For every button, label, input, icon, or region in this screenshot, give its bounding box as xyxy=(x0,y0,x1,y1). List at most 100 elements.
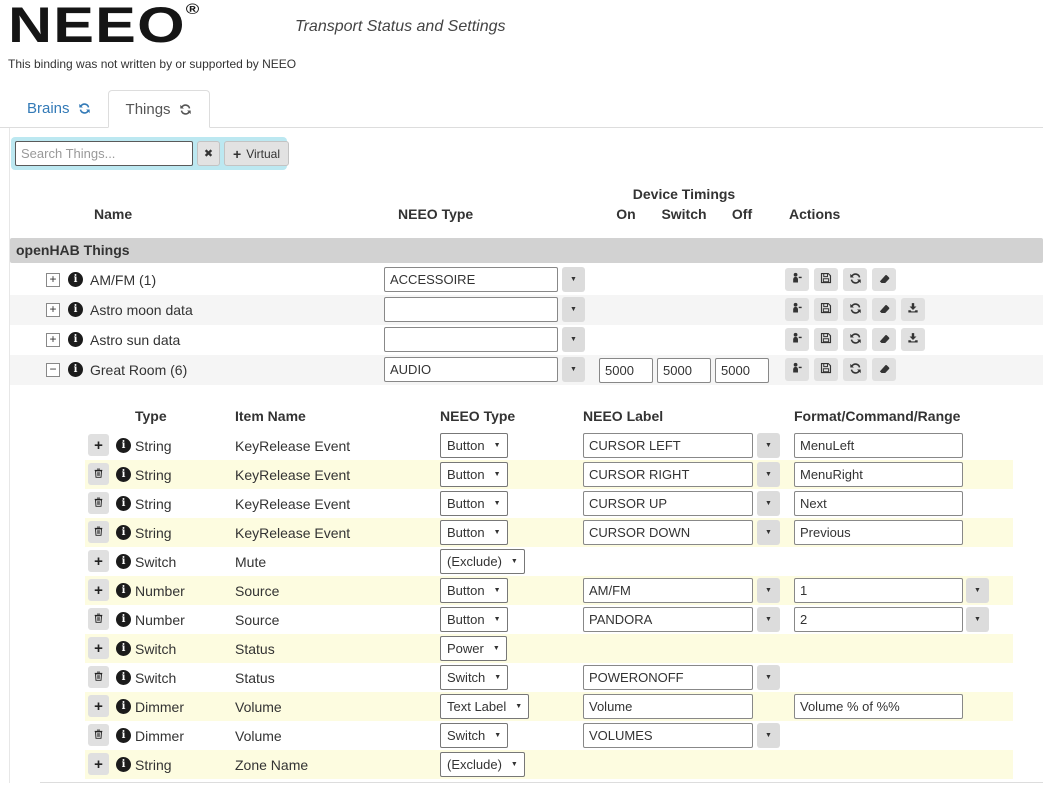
neeo-type-dropdown-button[interactable]: ▼ xyxy=(562,267,585,292)
save-button[interactable] xyxy=(814,358,838,381)
neeo-type-select[interactable]: Button ▼ xyxy=(440,607,508,632)
erase-button[interactable] xyxy=(872,328,896,351)
neeo-type-select[interactable]: Power ▼ xyxy=(440,636,507,661)
neeo-label-dropdown-button[interactable]: ▼ xyxy=(757,520,780,545)
erase-button[interactable] xyxy=(872,358,896,381)
format-input[interactable] xyxy=(794,433,963,458)
delete-channel-button[interactable] xyxy=(88,463,109,485)
neeo-label-input[interactable] xyxy=(583,694,753,719)
info-icon[interactable]: i xyxy=(116,554,131,569)
export-button[interactable] xyxy=(901,328,925,351)
add-virtual-button[interactable]: + Virtual xyxy=(224,141,289,166)
neeo-type-select[interactable]: Button ▼ xyxy=(440,433,508,458)
refresh-icon[interactable] xyxy=(179,103,192,116)
neeo-type-select[interactable]: Switch ▼ xyxy=(440,723,509,748)
info-icon[interactable]: i xyxy=(116,583,131,598)
refresh-button[interactable] xyxy=(843,358,867,381)
neeo-label-input[interactable] xyxy=(583,578,753,603)
neeo-label-dropdown-button[interactable]: ▼ xyxy=(757,491,780,516)
add-channel-button[interactable]: + xyxy=(88,550,109,572)
delete-channel-button[interactable] xyxy=(88,521,109,543)
info-icon[interactable]: i xyxy=(116,728,131,743)
restore-button[interactable] xyxy=(785,298,809,321)
info-icon[interactable]: i xyxy=(116,525,131,540)
restore-button[interactable] xyxy=(785,358,809,381)
info-icon[interactable]: i xyxy=(116,496,131,511)
neeo-label-input[interactable] xyxy=(583,723,753,748)
refresh-button[interactable] xyxy=(843,268,867,291)
neeo-type-select[interactable]: (Exclude) ▼ xyxy=(440,752,525,777)
delete-channel-button[interactable] xyxy=(88,666,109,688)
neeo-type-input[interactable] xyxy=(384,357,558,382)
neeo-type-input[interactable] xyxy=(384,267,558,292)
format-input[interactable] xyxy=(794,607,963,632)
save-button[interactable] xyxy=(814,328,838,351)
clear-search-button[interactable]: ✖ xyxy=(197,141,220,166)
info-icon[interactable]: i xyxy=(68,272,83,287)
info-icon[interactable]: i xyxy=(116,438,131,453)
info-icon[interactable]: i xyxy=(68,332,83,347)
delete-channel-button[interactable] xyxy=(88,724,109,746)
format-dropdown-button[interactable]: ▼ xyxy=(966,578,989,603)
neeo-label-input[interactable] xyxy=(583,607,753,632)
expand-button[interactable]: + xyxy=(46,303,60,317)
info-icon[interactable]: i xyxy=(116,757,131,772)
tab-things[interactable]: Things xyxy=(107,90,210,128)
info-icon[interactable]: i xyxy=(116,641,131,656)
format-input[interactable] xyxy=(794,491,963,516)
tab-brains[interactable]: Brains xyxy=(10,90,108,127)
refresh-icon[interactable] xyxy=(78,102,91,115)
neeo-type-select[interactable]: Text Label ▼ xyxy=(440,694,530,719)
info-icon[interactable]: i xyxy=(68,302,83,317)
collapse-button[interactable]: − xyxy=(46,363,60,377)
timing-switch-input[interactable] xyxy=(657,358,711,383)
add-channel-button[interactable]: + xyxy=(88,579,109,601)
erase-button[interactable] xyxy=(872,268,896,291)
timing-off-input[interactable] xyxy=(715,358,769,383)
neeo-label-dropdown-button[interactable]: ▼ xyxy=(757,723,780,748)
format-input[interactable] xyxy=(794,462,963,487)
format-input[interactable] xyxy=(794,694,963,719)
neeo-label-dropdown-button[interactable]: ▼ xyxy=(757,607,780,632)
neeo-label-input[interactable] xyxy=(583,462,753,487)
info-icon[interactable]: i xyxy=(68,362,83,377)
neeo-type-input[interactable] xyxy=(384,327,558,352)
neeo-type-dropdown-button[interactable]: ▼ xyxy=(562,327,585,352)
neeo-type-select[interactable]: Button ▼ xyxy=(440,491,508,516)
restore-button[interactable] xyxy=(785,268,809,291)
neeo-type-dropdown-button[interactable]: ▼ xyxy=(562,357,585,382)
neeo-type-select[interactable]: Switch ▼ xyxy=(440,665,509,690)
neeo-label-dropdown-button[interactable]: ▼ xyxy=(757,433,780,458)
add-channel-button[interactable]: + xyxy=(88,753,109,775)
neeo-label-input[interactable] xyxy=(583,665,753,690)
info-icon[interactable]: i xyxy=(116,670,131,685)
save-button[interactable] xyxy=(814,298,838,321)
delete-channel-button[interactable] xyxy=(88,608,109,630)
search-input[interactable] xyxy=(15,141,193,166)
restore-button[interactable] xyxy=(785,328,809,351)
delete-channel-button[interactable] xyxy=(88,492,109,514)
erase-button[interactable] xyxy=(872,298,896,321)
format-input[interactable] xyxy=(794,520,963,545)
refresh-button[interactable] xyxy=(843,328,867,351)
neeo-label-input[interactable] xyxy=(583,491,753,516)
neeo-label-input[interactable] xyxy=(583,520,753,545)
add-channel-button[interactable]: + xyxy=(88,434,109,456)
neeo-type-dropdown-button[interactable]: ▼ xyxy=(562,297,585,322)
add-channel-button[interactable]: + xyxy=(88,695,109,717)
export-button[interactable] xyxy=(901,298,925,321)
add-channel-button[interactable]: + xyxy=(88,637,109,659)
expand-button[interactable]: + xyxy=(46,273,60,287)
expand-button[interactable]: + xyxy=(46,333,60,347)
neeo-label-dropdown-button[interactable]: ▼ xyxy=(757,462,780,487)
neeo-type-select[interactable]: (Exclude) ▼ xyxy=(440,549,525,574)
neeo-type-select[interactable]: Button ▼ xyxy=(440,462,508,487)
timing-on-input[interactable] xyxy=(599,358,653,383)
neeo-label-input[interactable] xyxy=(583,433,753,458)
neeo-type-select[interactable]: Button ▼ xyxy=(440,520,508,545)
neeo-type-select[interactable]: Button ▼ xyxy=(440,578,508,603)
refresh-button[interactable] xyxy=(843,298,867,321)
info-icon[interactable]: i xyxy=(116,699,131,714)
neeo-label-dropdown-button[interactable]: ▼ xyxy=(757,665,780,690)
neeo-type-input[interactable] xyxy=(384,297,558,322)
